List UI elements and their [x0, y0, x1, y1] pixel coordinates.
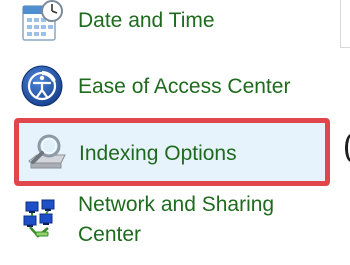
- calendar-clock-icon: [20, 0, 64, 44]
- control-panel-items: Date and Time Ease of Access Center Inde…: [0, 0, 350, 265]
- network-sharing-icon: [20, 198, 64, 242]
- item-date-and-time[interactable]: Date and Time: [0, 0, 350, 50]
- item-indexing-options[interactable]: Indexing Options: [14, 118, 330, 186]
- item-label: Date and Time: [78, 9, 215, 32]
- clipped-adjacent-item: [345, 134, 350, 162]
- item-label: Indexing Options: [79, 142, 237, 165]
- item-label: Network and Sharing Center: [78, 193, 275, 246]
- magnifier-drive-icon: [25, 131, 69, 175]
- item-network-and-sharing-center[interactable]: Network and Sharing Center: [0, 190, 350, 265]
- ease-of-access-icon: [20, 64, 64, 108]
- item-label: Ease of Access Center: [78, 75, 291, 98]
- item-ease-of-access-center[interactable]: Ease of Access Center: [0, 62, 350, 116]
